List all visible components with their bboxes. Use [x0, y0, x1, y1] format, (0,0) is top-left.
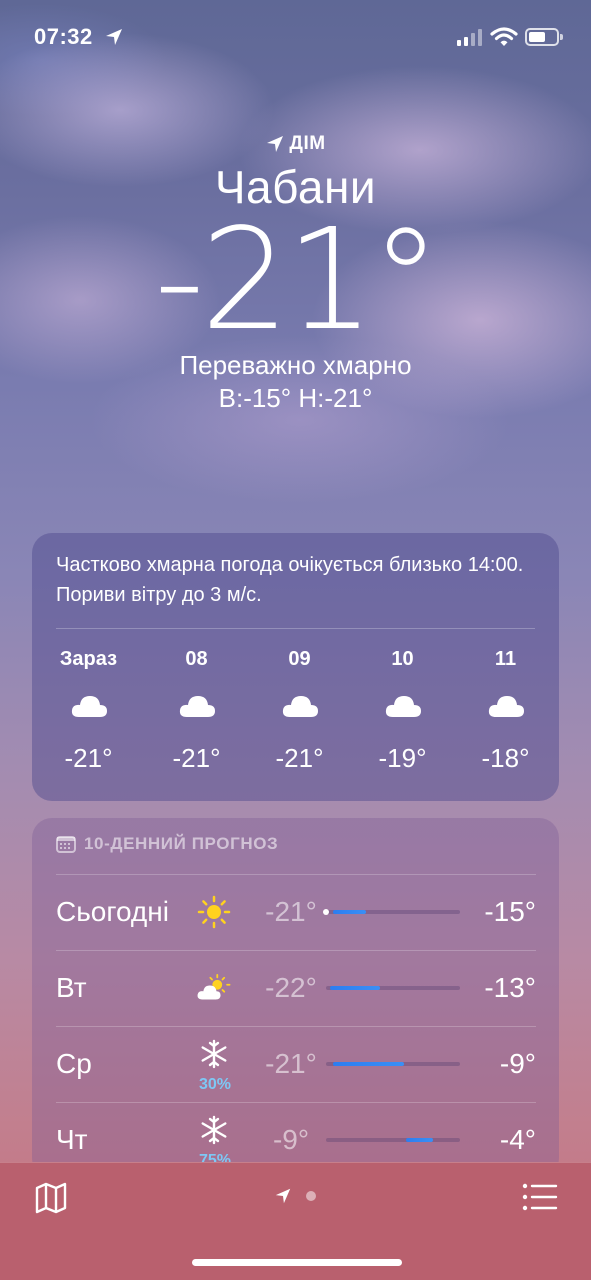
- weather-summary: Частково хмарна погода очікується близьк…: [56, 554, 524, 606]
- forecast-low: -21°: [265, 1048, 317, 1079]
- page-indicator[interactable]: [274, 1187, 316, 1205]
- forecast-row[interactable]: Сьогодні -21° -15°: [56, 874, 536, 950]
- forecast-row[interactable]: Вт -22° -13°: [56, 950, 536, 1026]
- hour-item: Зараз -21°: [32, 645, 145, 795]
- snowflake-icon: [201, 1039, 227, 1069]
- forecast-day: Ср: [56, 1048, 92, 1079]
- weather-condition: Переважно хмарно: [179, 350, 412, 380]
- calendar-icon: [56, 836, 76, 853]
- hour-item: 11 -18°: [454, 645, 557, 795]
- cloud-icon: [179, 696, 215, 717]
- partly-cloudy-icon: [197, 974, 231, 1000]
- home-label-text: ДІМ: [289, 133, 326, 154]
- hour-label: Зараз: [59, 648, 118, 670]
- cloud-icon: [488, 696, 524, 717]
- divider: [56, 628, 535, 629]
- forecast-day: Сьогодні: [56, 896, 169, 927]
- forecast-high: -13°: [484, 972, 536, 1003]
- forecast-day: Вт: [56, 972, 87, 1003]
- hour-item: 10 -19°: [351, 645, 454, 795]
- forecast-title: 10-ДЕННИЙ ПРОГНОЗ: [84, 834, 279, 853]
- home-location-label: ДІМ: [0, 130, 591, 158]
- forecast-row[interactable]: Ср 30% -21° -9°: [56, 1026, 536, 1102]
- temperature-range-fill: [332, 910, 367, 914]
- current-weather-header: ДІМ Чабани -21° Переважно хмарно В:-15° …: [0, 130, 591, 414]
- hour-temperature: -21°: [64, 743, 113, 773]
- temperature-range-bar: [323, 909, 460, 915]
- bottom-toolbar: [0, 1162, 591, 1280]
- forecast-high: -9°: [499, 1048, 536, 1079]
- location-arrow-icon: [275, 1188, 291, 1204]
- snowflake-icon: [201, 1115, 227, 1145]
- forecast-low: -22°: [265, 972, 317, 1003]
- home-indicator: [192, 1259, 402, 1266]
- hour-label: 09: [288, 648, 311, 670]
- cloud-icon: [282, 696, 318, 717]
- status-time: 07:32: [34, 24, 93, 49]
- hour-label: 10: [391, 648, 414, 670]
- temperature-range-bar: [326, 986, 460, 990]
- page-dot[interactable]: [306, 1191, 316, 1201]
- hour-item: 08 -21°: [145, 645, 248, 795]
- hour-label: 08: [185, 648, 208, 670]
- temperature-range-bar: [326, 1062, 460, 1066]
- hour-item: 09 -21°: [248, 645, 351, 795]
- temperature-range-fill: [332, 1062, 404, 1066]
- hour-temperature: -21°: [172, 743, 221, 773]
- location-arrow-icon: [267, 136, 284, 152]
- current-temperature-dot: [323, 909, 329, 915]
- battery-icon: [525, 28, 563, 46]
- hour-temperature: -19°: [378, 743, 427, 773]
- hour-label: 11: [494, 648, 517, 670]
- map-icon[interactable]: [34, 1181, 68, 1215]
- forecast-high: -15°: [484, 896, 536, 927]
- current-temperature: -21°: [154, 199, 441, 362]
- location-arrow-icon: [106, 29, 122, 45]
- hour-temperature: -21°: [275, 743, 324, 773]
- cellular-signal-icon: [457, 28, 482, 46]
- temperature-range-bar: [326, 1138, 460, 1142]
- status-bar: 07:32: [0, 0, 591, 76]
- cloud-icon: [385, 696, 421, 717]
- precipitation-chance: 30%: [198, 1076, 232, 1093]
- cloud-icon: [71, 696, 107, 717]
- hour-temperature: -18°: [481, 743, 530, 773]
- wifi-icon: [490, 27, 518, 46]
- list-icon[interactable]: [522, 1183, 558, 1211]
- sun-icon: [197, 895, 231, 929]
- hourly-list[interactable]: Зараз -21° 08 -21° 09 -21° 10 -19° 11 -1…: [32, 645, 559, 795]
- high-low-temperature: В:-15° Н:-21°: [218, 383, 373, 413]
- ten-day-forecast-card[interactable]: 10-ДЕННИЙ ПРОГНОЗ Сьогодні -21° -15° Вт: [32, 818, 559, 1178]
- temperature-range-fill: [406, 1138, 434, 1142]
- forecast-header: 10-ДЕННИЙ ПРОГНОЗ: [56, 834, 278, 854]
- hourly-forecast-card[interactable]: Частково хмарна погода очікується близьк…: [32, 533, 559, 801]
- temperature-range-fill: [330, 986, 380, 990]
